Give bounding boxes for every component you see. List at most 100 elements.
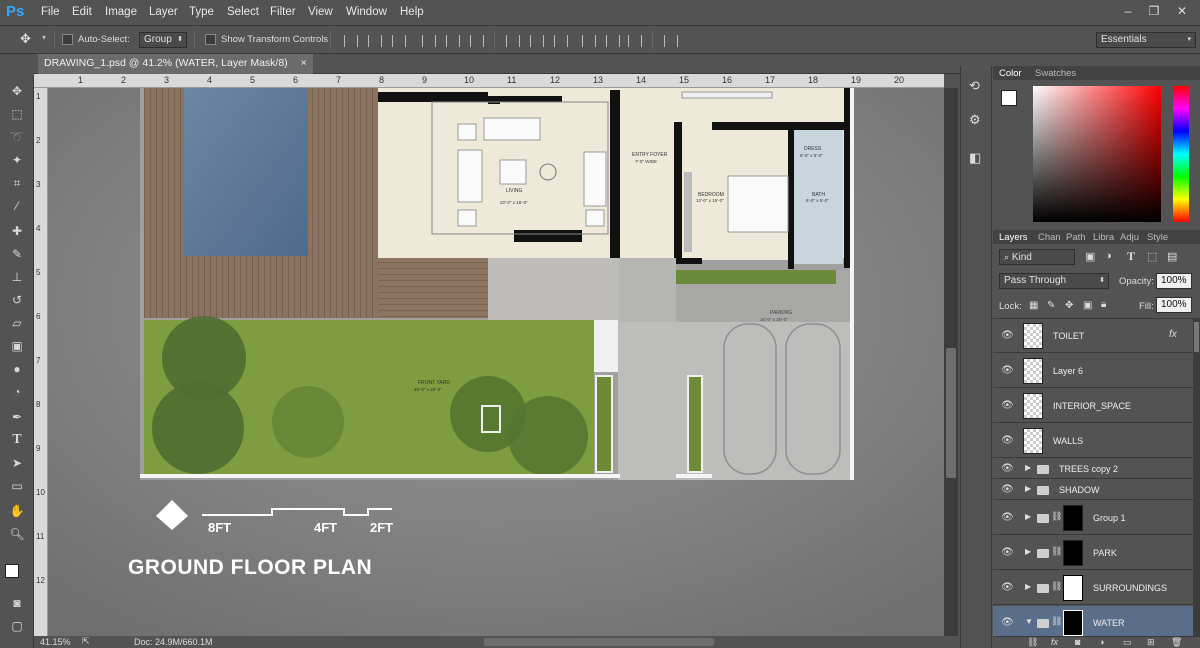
menu-window[interactable]: Window bbox=[346, 6, 387, 18]
restore-button[interactable]: ❐ bbox=[1144, 3, 1164, 19]
visibility-eye-icon[interactable]: 👁︎ bbox=[1001, 512, 1014, 523]
layer-row[interactable]: 👁︎ TOILET fx bbox=[993, 319, 1193, 353]
filter-adjustment-icon[interactable]: ◑ bbox=[1105, 250, 1112, 262]
add-style-icon[interactable]: fx bbox=[1051, 637, 1058, 647]
tab-adjustments[interactable]: Adju bbox=[1120, 232, 1139, 243]
link-layers-icon[interactable]: ⛓ bbox=[1027, 637, 1038, 648]
opacity-input[interactable]: 100% bbox=[1156, 273, 1192, 289]
marquee-tool-icon[interactable]: ⬚ bbox=[8, 105, 26, 123]
lock-transparent-icon[interactable]: ▦ bbox=[1029, 300, 1038, 311]
align-hcenter-icon[interactable] bbox=[446, 35, 460, 47]
tab-paths[interactable]: Path bbox=[1066, 232, 1086, 243]
quick-select-tool-icon[interactable]: ✦ bbox=[8, 151, 26, 169]
layer-effects-icon[interactable]: fx bbox=[1169, 329, 1177, 340]
scrollbar-thumb[interactable] bbox=[1194, 322, 1199, 352]
menu-type[interactable]: Type bbox=[189, 6, 214, 18]
menu-image[interactable]: Image bbox=[105, 6, 137, 18]
visibility-eye-icon[interactable]: 👁︎ bbox=[1001, 582, 1014, 593]
menu-view[interactable]: View bbox=[308, 6, 333, 18]
foreground-color-swatch[interactable] bbox=[5, 564, 19, 578]
hand-tool-icon[interactable]: ✋ bbox=[8, 502, 26, 520]
menu-help[interactable]: Help bbox=[400, 6, 424, 18]
link-icon[interactable]: ⛓ bbox=[1051, 511, 1062, 522]
layers-scrollbar[interactable] bbox=[1193, 318, 1200, 636]
layer-group-row[interactable]: 👁︎ ▶ ⛓ PARK bbox=[993, 536, 1193, 570]
distribute-left-icon[interactable] bbox=[582, 35, 596, 47]
layer-group-row[interactable]: 👁︎ ▶ TREES copy 2 bbox=[993, 459, 1193, 479]
distribute-right-icon[interactable] bbox=[628, 35, 642, 47]
menu-file[interactable]: File bbox=[41, 6, 60, 18]
filter-type-icon[interactable]: T bbox=[1127, 249, 1135, 264]
visibility-eye-icon[interactable]: 👁︎ bbox=[1001, 365, 1014, 376]
tab-libraries[interactable]: Libra bbox=[1093, 232, 1114, 243]
close-window-button[interactable]: ✕ bbox=[1172, 3, 1192, 19]
distribute-bottom-icon[interactable] bbox=[554, 35, 568, 47]
history-panel-icon[interactable]: ⟲ bbox=[969, 78, 985, 94]
fill-input[interactable]: 100% bbox=[1156, 297, 1192, 313]
vertical-scrollbar[interactable] bbox=[944, 88, 958, 636]
visibility-eye-icon[interactable]: 👁︎ bbox=[1001, 484, 1014, 495]
expand-arrow-icon[interactable]: ▶ bbox=[1025, 547, 1031, 556]
zoom-level[interactable]: 41.15% bbox=[40, 637, 71, 647]
quick-mask-icon[interactable]: ◙ bbox=[8, 594, 26, 612]
layer-mask-thumbnail[interactable] bbox=[1063, 610, 1083, 636]
align-top-icon[interactable] bbox=[344, 35, 358, 47]
align-right-icon[interactable] bbox=[470, 35, 484, 47]
layer-group-row[interactable]: 👁︎ ▶ SHADOW bbox=[993, 480, 1193, 500]
layer-row[interactable]: 👁︎ INTERIOR_SPACE bbox=[993, 389, 1193, 423]
visibility-eye-icon[interactable]: 👁︎ bbox=[1001, 400, 1014, 411]
link-icon[interactable]: ⛓ bbox=[1051, 581, 1062, 592]
type-tool-icon[interactable]: T bbox=[8, 431, 26, 449]
hue-slider[interactable] bbox=[1173, 86, 1189, 222]
expand-arrow-icon[interactable]: ▶ bbox=[1025, 582, 1031, 591]
layer-row[interactable]: 👁︎ Layer 6 bbox=[993, 354, 1193, 388]
lock-position-icon[interactable]: ✥ bbox=[1065, 300, 1073, 311]
minimize-button[interactable]: – bbox=[1118, 3, 1138, 19]
document-canvas[interactable]: ENTRY FOYER 7'-0" WIDE LIVING 20'-0" x 1… bbox=[48, 88, 944, 636]
blend-mode-dropdown[interactable]: Pass Through ⬍ bbox=[999, 273, 1109, 289]
layer-filter-dropdown[interactable]: ⌕ Kind bbox=[999, 249, 1075, 265]
collapse-arrow-icon[interactable]: ▼ bbox=[1025, 617, 1033, 626]
blur-tool-icon[interactable]: ● bbox=[8, 360, 26, 378]
rectangle-tool-icon[interactable]: ▭ bbox=[8, 477, 26, 495]
link-icon[interactable]: ⛓ bbox=[1051, 616, 1062, 627]
layer-group-row-selected[interactable]: 👁︎ ▼ ⛓ WATER bbox=[993, 606, 1193, 640]
align-vcenter-icon[interactable] bbox=[368, 35, 382, 47]
filter-smart-object-icon[interactable]: ▤ bbox=[1167, 250, 1177, 263]
lasso-tool-icon[interactable]: ➰ bbox=[8, 128, 26, 146]
visibility-eye-icon[interactable]: 👁︎ bbox=[1001, 617, 1014, 628]
crop-tool-icon[interactable]: ⌗ bbox=[8, 174, 26, 192]
filter-pixel-icon[interactable]: ▣ bbox=[1085, 250, 1095, 263]
link-icon[interactable]: ⛓ bbox=[1051, 546, 1062, 557]
layer-group-row[interactable]: 👁︎ ▶ ⛓ SURROUNDINGS bbox=[993, 571, 1193, 605]
adjustments-panel-icon[interactable]: ◧ bbox=[969, 150, 985, 166]
distribute-hcenter-icon[interactable] bbox=[606, 35, 620, 47]
menu-edit[interactable]: Edit bbox=[72, 6, 92, 18]
path-select-tool-icon[interactable]: ➤ bbox=[8, 454, 26, 472]
adjustment-layer-icon[interactable]: ◑ bbox=[1099, 637, 1104, 647]
visibility-eye-icon[interactable]: 👁︎ bbox=[1001, 330, 1014, 341]
zoom-tool-icon[interactable]: 🔍︎ bbox=[8, 525, 26, 543]
expand-arrow-icon[interactable]: ▶ bbox=[1025, 484, 1031, 493]
color-picker-field[interactable] bbox=[1033, 86, 1161, 222]
distribute-top-icon[interactable] bbox=[506, 35, 520, 47]
expand-arrow-icon[interactable]: ▶ bbox=[1025, 512, 1031, 521]
tab-channels[interactable]: Chan bbox=[1038, 232, 1061, 243]
auto-select-dropdown[interactable]: Group ⬍ bbox=[139, 32, 187, 48]
visibility-eye-icon[interactable]: 👁︎ bbox=[1001, 463, 1014, 474]
align-left-icon[interactable] bbox=[422, 35, 436, 47]
lock-artboard-icon[interactable]: ▣ bbox=[1083, 300, 1092, 311]
properties-panel-icon[interactable]: ⚙ bbox=[969, 112, 985, 128]
lock-all-icon[interactable]: 🔒︎ bbox=[1101, 299, 1106, 310]
new-group-icon[interactable]: ▭ bbox=[1123, 637, 1132, 648]
layer-row[interactable]: 👁︎ WALLS bbox=[993, 424, 1193, 458]
new-layer-icon[interactable]: ⊞ bbox=[1147, 637, 1155, 648]
delete-layer-icon[interactable]: 🗑︎ bbox=[1171, 637, 1182, 648]
menu-layer[interactable]: Layer bbox=[149, 6, 178, 18]
visibility-eye-icon[interactable]: 👁︎ bbox=[1001, 435, 1014, 446]
move-tool-icon[interactable]: ✥ bbox=[8, 82, 26, 100]
eyedropper-tool-icon[interactable]: ⁄ bbox=[8, 197, 26, 215]
tab-layers[interactable]: Layers bbox=[999, 232, 1028, 243]
expand-arrow-icon[interactable]: ▶ bbox=[1025, 463, 1031, 472]
clone-stamp-tool-icon[interactable]: ⊥ bbox=[8, 268, 26, 286]
